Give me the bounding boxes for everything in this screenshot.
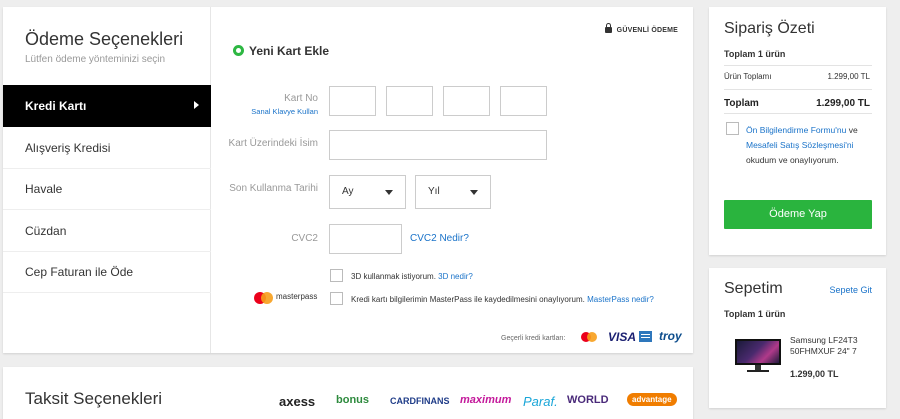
total-label: Toplam (724, 98, 759, 109)
secure-payment-badge: GÜVENLİ ÖDEME (604, 23, 678, 34)
method-label: Cüzdan (25, 224, 67, 238)
bank-logo-advantage: advantage (627, 393, 677, 406)
card-number-field-2[interactable] (386, 86, 433, 116)
method-credit-card[interactable]: Kredi Kartı (3, 85, 211, 127)
monitor-base (747, 370, 769, 372)
method-label: Alışveriş Kredisi (25, 141, 111, 155)
subtotal-value: 1.299,00 TL (827, 72, 870, 81)
expiry-year-select[interactable]: Yıl (415, 175, 491, 209)
payment-options-panel: Ödeme Seçenekleri Lütfen ödeme yöntemini… (3, 7, 693, 353)
distance-sales-link[interactable]: Mesafeli Satış Sözleşmesi'ni (746, 140, 853, 150)
method-shopping-credit[interactable]: Alışveriş Kredisi (3, 127, 211, 169)
masterpass-text: Kredi kartı bilgilerimin MasterPass ile … (351, 295, 585, 304)
total-row: Toplam 1.299,00 TL (724, 98, 870, 109)
cart-title: Sepetim (724, 280, 783, 297)
method-label: Cep Faturan ile Öde (25, 265, 134, 279)
installment-title: Taksit Seçenekleri (25, 389, 163, 408)
month-value: Ay (342, 186, 354, 197)
secure3d-text: 3D kullanmak istiyorum. (351, 272, 436, 281)
cvc-label: CVC2 (291, 233, 318, 244)
installment-options-panel: Taksit Seçenekleri axess bonus CARDFINAN… (3, 367, 693, 419)
agreement-checkbox[interactable] (726, 122, 739, 135)
divider (724, 65, 872, 66)
secure3d-row: 3D kullanmak istiyorum. 3D nedir? (351, 272, 473, 281)
divider (724, 113, 872, 114)
cvc-help-link[interactable]: CVC2 Nedir? (410, 233, 469, 244)
bank-logo-world: WORLD (567, 394, 609, 406)
chevron-right-icon (194, 101, 199, 109)
card-number-field-4[interactable] (500, 86, 547, 116)
divider (724, 89, 872, 90)
total-value: 1.299,00 TL (816, 98, 870, 109)
chevron-down-icon (470, 190, 478, 195)
subtotal-row: Ürün Toplamı 1.299,00 TL (724, 72, 870, 81)
radio-selected-icon[interactable] (233, 45, 244, 56)
summary-count: Toplam 1 ürün (724, 49, 786, 59)
chevron-down-icon (385, 190, 393, 195)
new-card-label: Yeni Kart Ekle (249, 44, 330, 58)
card-name-label: Kart Üzerindeki İsim (228, 138, 318, 149)
mastercard-icon-overlap (587, 332, 597, 342)
card-number-field-1[interactable] (329, 86, 376, 116)
product-name[interactable]: Samsung LF24T3 50FHMXUF 24" 7 (790, 335, 880, 357)
masterpass-logo-text: masterpass (276, 292, 318, 301)
method-label: Kredi Kartı (25, 99, 87, 113)
bank-logo-axess: axess (279, 394, 316, 409)
product-image[interactable] (735, 339, 781, 373)
agreement-text: Ön Bilgilendirme Formu'nu ve Mesafeli Sa… (746, 123, 881, 168)
method-mobile-bill[interactable]: Cep Faturan ile Öde (3, 251, 211, 293)
card-number-label: Kart No (284, 93, 318, 104)
payment-method-list: Ödeme Seçenekleri Lütfen ödeme yöntemini… (3, 7, 211, 353)
product-price: 1.299,00 TL (790, 369, 839, 379)
agreement-conjunction: ve (846, 125, 858, 135)
new-card-option[interactable]: Yeni Kart Ekle (233, 44, 329, 58)
preliminary-info-link[interactable]: Ön Bilgilendirme Formu'nu (746, 125, 846, 135)
masterpass-circle-orange (261, 292, 273, 304)
method-wire-transfer[interactable]: Havale (3, 168, 211, 210)
agreement-ending: okudum ve onaylıyorum. (746, 155, 839, 165)
payment-title: Ödeme Seçenekleri (25, 29, 184, 49)
lock-icon (604, 23, 612, 33)
secure3d-help-link[interactable]: 3D nedir? (438, 272, 473, 281)
masterpass-help-link[interactable]: MasterPass nedir? (587, 295, 654, 304)
subtotal-label: Ürün Toplamı (724, 72, 772, 81)
cart-panel: Sepetim Sepete Git Toplam 1 ürün Samsung… (709, 268, 886, 408)
secure-label: GÜVENLİ ÖDEME (616, 27, 678, 34)
monitor-screen (735, 339, 781, 365)
visa-logo: VISA (608, 330, 637, 344)
card-number-field-3[interactable] (443, 86, 490, 116)
bank-logo-bonus: bonus (336, 394, 369, 406)
method-label: Havale (25, 182, 63, 196)
masterpass-row: Kredi kartı bilgilerimin MasterPass ile … (351, 295, 654, 304)
valid-cards-label: Geçerli kredi kartları: (501, 335, 566, 342)
go-to-cart-link[interactable]: Sepete Git (829, 285, 872, 295)
masterpass-checkbox[interactable] (330, 292, 343, 305)
summary-title: Sipariş Özeti (724, 20, 815, 37)
payment-subtitle: Lütfen ödeme yönteminizi seçin (25, 54, 166, 65)
bank-logo-paraf: Paraf. (523, 394, 558, 409)
order-summary-panel: Sipariş Özeti Toplam 1 ürün Ürün Toplamı… (709, 7, 886, 255)
card-name-field[interactable] (329, 130, 547, 160)
secure3d-checkbox[interactable] (330, 269, 343, 282)
year-value: Yıl (428, 186, 440, 197)
virtual-keyboard-link[interactable]: Sanal Klavye Kullan (251, 107, 318, 116)
cart-count: Toplam 1 ürün (724, 309, 786, 319)
method-wallet[interactable]: Cüzdan (3, 210, 211, 252)
troy-logo: troy (659, 329, 682, 343)
expiry-month-select[interactable]: Ay (329, 175, 406, 209)
pay-button[interactable]: Ödeme Yap (724, 200, 872, 229)
expiry-label: Son Kullanma Tarihi (229, 183, 318, 194)
amex-icon (639, 331, 652, 342)
bank-logo-cardfinans: CARDFINANS (390, 396, 450, 406)
masterpass-wordmark: masterpass (276, 292, 317, 301)
cvc-field[interactable] (329, 224, 402, 254)
bank-logo-maximum: maximum (460, 394, 512, 406)
